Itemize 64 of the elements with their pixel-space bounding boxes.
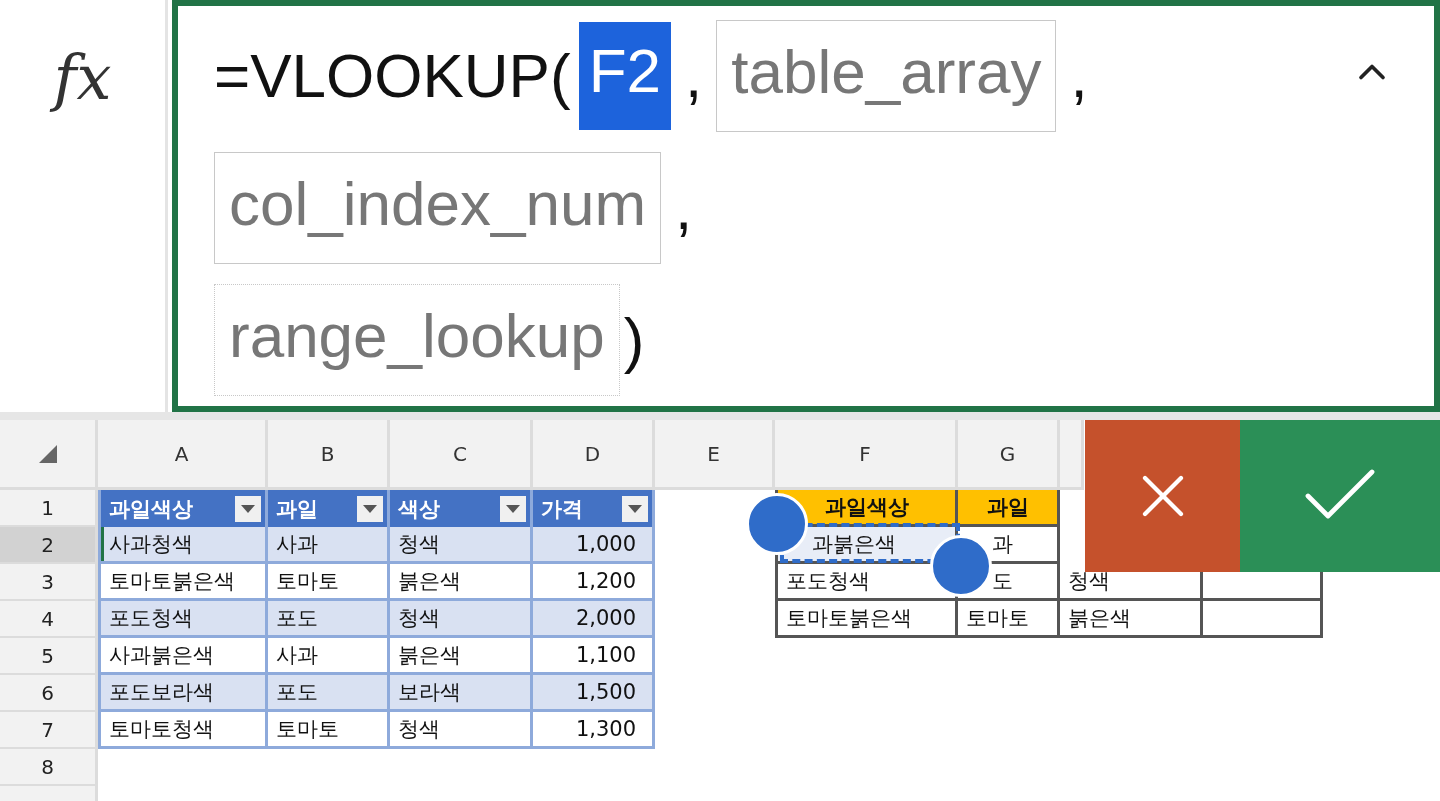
table-cell: 토마토청색: [98, 712, 268, 749]
row-header[interactable]: 7: [0, 712, 98, 749]
table-cell: 1,100: [533, 638, 655, 675]
column-header[interactable]: G: [958, 420, 1060, 490]
table-cell: 사과: [268, 527, 390, 564]
dropdown-caret-icon: [506, 504, 520, 513]
row-header[interactable]: 5: [0, 638, 98, 675]
table-cell: 1,200: [533, 564, 655, 601]
lookup-cell: 붉은색: [1060, 601, 1203, 638]
row-header[interactable]: 8: [0, 749, 98, 786]
formula-separator: ,: [674, 177, 694, 239]
formula-field[interactable]: =VLOOKUP( F2 , table_array , col_index_num , range_lookup ): [172, 0, 1440, 412]
formula-separator: ,: [1069, 45, 1089, 107]
column-header[interactable]: A: [98, 420, 268, 490]
table-cell: 붉은색: [390, 564, 533, 601]
table-cell: 사과붉은색: [98, 638, 268, 675]
row-header[interactable]: 4: [0, 601, 98, 638]
row-header[interactable]: 3: [0, 564, 98, 601]
table-cell: 청색: [390, 601, 533, 638]
table-cell: 토마토: [268, 712, 390, 749]
lookup-cell: 토마토붉은색: [775, 601, 958, 638]
cell-reference[interactable]: F2: [578, 22, 671, 130]
filter-button[interactable]: [357, 495, 383, 522]
table-cell: 포도: [268, 675, 390, 712]
row-header[interactable]: 1: [0, 490, 98, 527]
table-header-cell: 과일색상: [98, 490, 268, 527]
select-all-icon[interactable]: [38, 444, 57, 463]
column-header[interactable]: E: [655, 420, 775, 490]
table-cell: 토마토붉은색: [98, 564, 268, 601]
table-cell: 청색: [390, 527, 533, 564]
row-header[interactable]: 6: [0, 675, 98, 712]
dropdown-caret-icon: [241, 504, 255, 513]
argument-placeholder[interactable]: range_lookup: [214, 284, 620, 396]
table-cell: 청색: [390, 712, 533, 749]
dropdown-caret-icon: [363, 504, 377, 513]
lookup-header-cell: 과일: [958, 490, 1060, 527]
argument-placeholder[interactable]: table_array: [716, 20, 1057, 132]
table-header-cell: 과일: [268, 490, 390, 527]
table-cell: 사과청색: [98, 527, 268, 564]
lookup-cell: 토마토: [958, 601, 1060, 638]
column-header[interactable]: D: [533, 420, 655, 490]
table-header-cell: 가격: [533, 490, 655, 527]
dropdown-caret-icon: [628, 504, 642, 513]
table-cell: 2,000: [533, 601, 655, 638]
table-cell: 1,000: [533, 527, 655, 564]
table-cell: 1,500: [533, 675, 655, 712]
filter-button[interactable]: [235, 495, 261, 522]
row-header[interactable]: 2: [0, 527, 98, 564]
table-cell: 보라색: [390, 675, 533, 712]
column-header[interactable]: F: [775, 420, 958, 490]
column-header[interactable]: B: [268, 420, 390, 490]
table-cell: 1,300: [533, 712, 655, 749]
table-cell: 포도: [268, 601, 390, 638]
table-cell: 토마토: [268, 564, 390, 601]
table-cell: 포도보라색: [98, 675, 268, 712]
table-cell: 사과: [268, 638, 390, 675]
argument-placeholder[interactable]: col_index_num: [214, 152, 662, 264]
filter-button[interactable]: [500, 495, 526, 522]
table-header-cell: 색상: [390, 490, 533, 527]
table-cell: 붉은색: [390, 638, 533, 675]
table-cell: 포도청색: [98, 601, 268, 638]
formula-separator: ,: [684, 45, 704, 107]
column-header[interactable]: C: [390, 420, 533, 490]
filter-button[interactable]: [622, 495, 648, 522]
